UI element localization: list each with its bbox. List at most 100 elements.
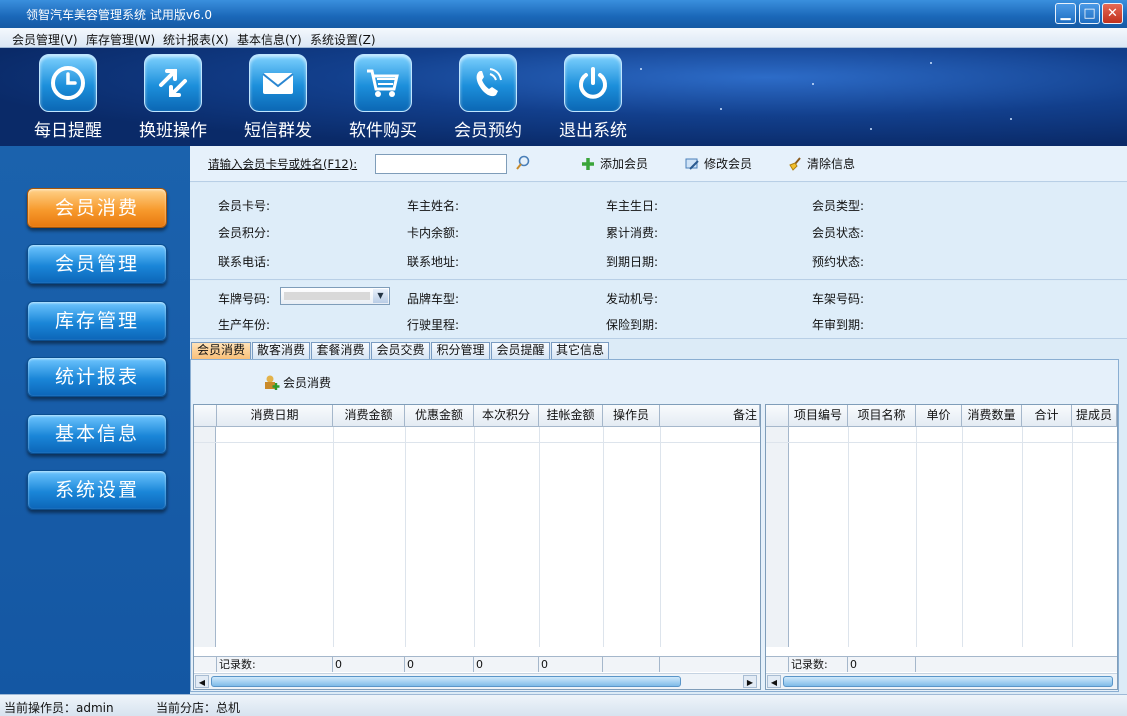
header-discount-amount[interactable]: 优惠金额 — [405, 405, 474, 426]
menu-reports[interactable]: 统计报表(X) — [163, 31, 229, 48]
record-count-label: 记录数: — [217, 657, 333, 672]
header-credit-amount[interactable]: 挂帐金额 — [539, 405, 603, 426]
current-branch: 当前分店：总机 — [156, 701, 241, 715]
grid-footer: 记录数: 0 0 0 0 — [194, 656, 760, 672]
header-item-name[interactable]: 项目名称 — [848, 405, 916, 426]
tab-points[interactable]: 积分管理 — [431, 342, 490, 359]
scroll-right-icon[interactable]: ▶ — [743, 675, 757, 688]
field-label: 卡内余额: — [407, 226, 460, 240]
close-button[interactable]: ✕ — [1102, 3, 1123, 24]
tab-body: 会员消费 消费日期 消费金额 优惠金额 本次积分 挂帐金额 操作员 备注 记录数… — [190, 359, 1119, 692]
header-consume-amount[interactable]: 消费金额 — [333, 405, 405, 426]
vehicle-info-panel: 车牌号码: ▼ 品牌车型: 发动机号: 车架号码: 生产年份: 行驶里程: 保险… — [190, 281, 1127, 339]
header-unit-price[interactable]: 单价 — [916, 405, 962, 426]
sidebar-member-manage[interactable]: 会员管理 — [27, 244, 167, 284]
table-row[interactable] — [766, 427, 1117, 443]
scroll-left-icon[interactable]: ◀ — [767, 675, 781, 688]
menu-member[interactable]: 会员管理(V) — [12, 31, 78, 48]
sum-credit-amount: 0 — [539, 657, 603, 672]
header-operator[interactable]: 操作员 — [603, 405, 660, 426]
field-label: 车牌号码: — [218, 292, 271, 306]
field-label: 发动机号: — [606, 292, 659, 306]
row-selector-column — [766, 427, 789, 647]
consume-records-grid: 消费日期 消费金额 优惠金额 本次积分 挂帐金额 操作员 备注 记录数: 0 0… — [193, 404, 761, 690]
header-consume-date[interactable]: 消费日期 — [217, 405, 333, 426]
sidebar-member-consume[interactable]: 会员消费 — [27, 188, 167, 228]
maximize-button[interactable]: □ — [1079, 3, 1100, 24]
search-input[interactable] — [375, 154, 507, 174]
add-member-button[interactable]: 添加会员 — [580, 155, 648, 172]
menu-basic-info[interactable]: 基本信息(Y) — [237, 31, 302, 48]
tab-member-payment[interactable]: 会员交费 — [371, 342, 430, 359]
member-info-panel: 会员卡号: 车主姓名: 车主生日: 会员类型: 会员积分: 卡内余额: 累计消费… — [190, 183, 1127, 280]
add-consume-icon — [265, 375, 280, 390]
header-item-code[interactable]: 项目编号 — [789, 405, 848, 426]
scroll-thumb[interactable] — [211, 676, 681, 687]
horizontal-scrollbar[interactable]: ◀ — [766, 673, 1117, 689]
menu-settings[interactable]: 系统设置(Z) — [310, 31, 376, 48]
tab-other-info[interactable]: 其它信息 — [551, 342, 609, 359]
sum-points: 0 — [474, 657, 539, 672]
sidebar-reports[interactable]: 统计报表 — [27, 357, 167, 397]
field-label: 保险到期: — [606, 318, 659, 332]
search-icon[interactable] — [515, 155, 531, 174]
field-label: 行驶里程: — [407, 318, 460, 332]
status-bar: 当前操作员：admin 当前分店：总机 — [0, 694, 1127, 716]
toolbar-banner: 每日提醒 换班操作 短信群发 软件购买 会员预约 退出系统 — [0, 48, 1127, 146]
field-label: 会员积分: — [218, 226, 271, 240]
current-operator: 当前操作员：admin — [4, 701, 114, 715]
field-label: 车主姓名: — [407, 199, 460, 213]
sum-consume-amount: 0 — [333, 657, 405, 672]
header-points[interactable]: 本次积分 — [474, 405, 539, 426]
chevron-down-icon[interactable]: ▼ — [373, 289, 388, 303]
menu-inventory[interactable]: 库存管理(W) — [86, 31, 155, 48]
tab-package-consume[interactable]: 套餐消费 — [311, 342, 370, 359]
toolbar-sms-broadcast[interactable]: 短信群发 — [233, 54, 323, 144]
grid-header: 消费日期 消费金额 优惠金额 本次积分 挂帐金额 操作员 备注 — [194, 405, 760, 427]
tab-member-reminder[interactable]: 会员提醒 — [491, 342, 550, 359]
record-count-label: 记录数: — [789, 657, 848, 672]
plate-number-select[interactable]: ▼ — [280, 287, 390, 305]
horizontal-scrollbar[interactable]: ◀ ▶ — [194, 673, 760, 689]
broom-icon — [789, 156, 801, 171]
tab-walkin-consume[interactable]: 散客消费 — [252, 342, 310, 359]
phone-icon — [459, 54, 517, 112]
toolbar-shift-change[interactable]: 换班操作 — [128, 54, 218, 144]
clear-info-button[interactable]: 清除信息 — [787, 155, 855, 172]
field-label: 生产年份: — [218, 318, 271, 332]
toolbar-appointment[interactable]: 会员预约 — [443, 54, 533, 144]
consume-items-grid: 项目编号 项目名称 单价 消费数量 合计 提成员 记录数: 0 ◀ — [765, 404, 1118, 690]
header-commission-staff[interactable]: 提成员 — [1072, 405, 1117, 426]
edit-member-button[interactable]: 修改会员 — [684, 155, 752, 172]
toolbar-purchase[interactable]: 软件购买 — [338, 54, 428, 144]
record-count-value: 0 — [848, 657, 916, 672]
field-label: 会员卡号: — [218, 199, 271, 213]
sidebar-inventory[interactable]: 库存管理 — [27, 301, 167, 341]
table-row[interactable] — [194, 427, 760, 443]
search-row: 请输入会员卡号或姓名(F12): 添加会员 修改会员 清除信息 — [190, 146, 1127, 182]
minimize-button[interactable]: ▁ — [1055, 3, 1076, 24]
toolbar-daily-reminder[interactable]: 每日提醒 — [23, 54, 113, 144]
field-label: 联系电话: — [218, 255, 271, 269]
star — [812, 83, 814, 85]
member-consume-button[interactable]: 会员消费 — [263, 374, 331, 391]
tab-member-consume[interactable]: 会员消费 — [191, 342, 251, 359]
window-title: 领智汽车美容管理系统 试用版v6.0 — [26, 8, 213, 22]
plus-icon — [582, 157, 594, 170]
sidebar-settings[interactable]: 系统设置 — [27, 470, 167, 510]
scroll-thumb[interactable] — [783, 676, 1113, 687]
scroll-left-icon[interactable]: ◀ — [195, 675, 209, 688]
header-remark[interactable]: 备注 — [660, 405, 760, 426]
field-label: 联系地址: — [407, 255, 460, 269]
power-icon — [564, 54, 622, 112]
header-quantity[interactable]: 消费数量 — [962, 405, 1022, 426]
toolbar-exit[interactable]: 退出系统 — [548, 54, 638, 144]
title-bar: 领智汽车美容管理系统 试用版v6.0 ▁ □ ✕ — [0, 0, 1127, 28]
sidebar-basic-info[interactable]: 基本信息 — [27, 414, 167, 454]
header-total[interactable]: 合计 — [1022, 405, 1072, 426]
star — [640, 68, 642, 70]
star — [1010, 118, 1012, 120]
star — [870, 128, 872, 130]
field-label: 会员类型: — [812, 199, 865, 213]
shopping-cart-icon — [354, 54, 412, 112]
